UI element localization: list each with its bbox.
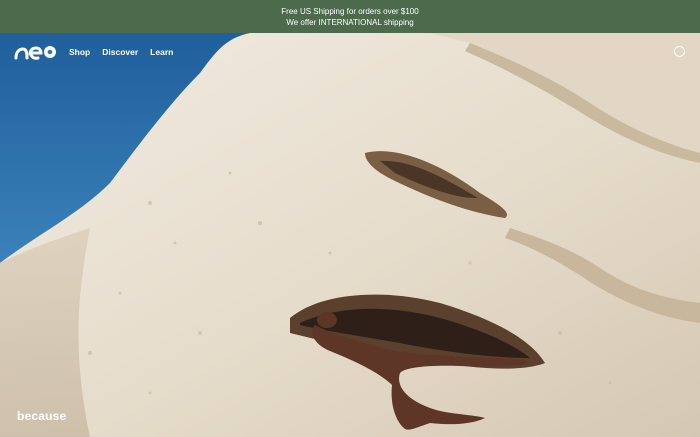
nav-learn[interactable]: Learn xyxy=(150,47,173,57)
nav-discover[interactable]: Discover xyxy=(102,47,138,57)
hero-photo xyxy=(0,33,700,437)
announcement-line-international: We offer INTERNATIONAL shipping xyxy=(286,17,414,27)
page: Free US Shipping for orders over $100 We… xyxy=(0,0,700,437)
announcement-bar: Free US Shipping for orders over $100 We… xyxy=(0,0,700,33)
nav-shop[interactable]: Shop xyxy=(69,47,90,57)
hero-caption: because xyxy=(17,409,67,423)
main-nav: Shop Discover Learn xyxy=(69,47,173,57)
account-icon[interactable] xyxy=(674,46,685,57)
announcement-line-shipping: Free US Shipping for orders over $100 xyxy=(281,6,419,16)
hero-image xyxy=(0,33,700,437)
brand-logo[interactable] xyxy=(14,43,58,66)
site-header: Shop Discover Learn xyxy=(0,33,700,73)
logo-icon xyxy=(14,46,56,60)
